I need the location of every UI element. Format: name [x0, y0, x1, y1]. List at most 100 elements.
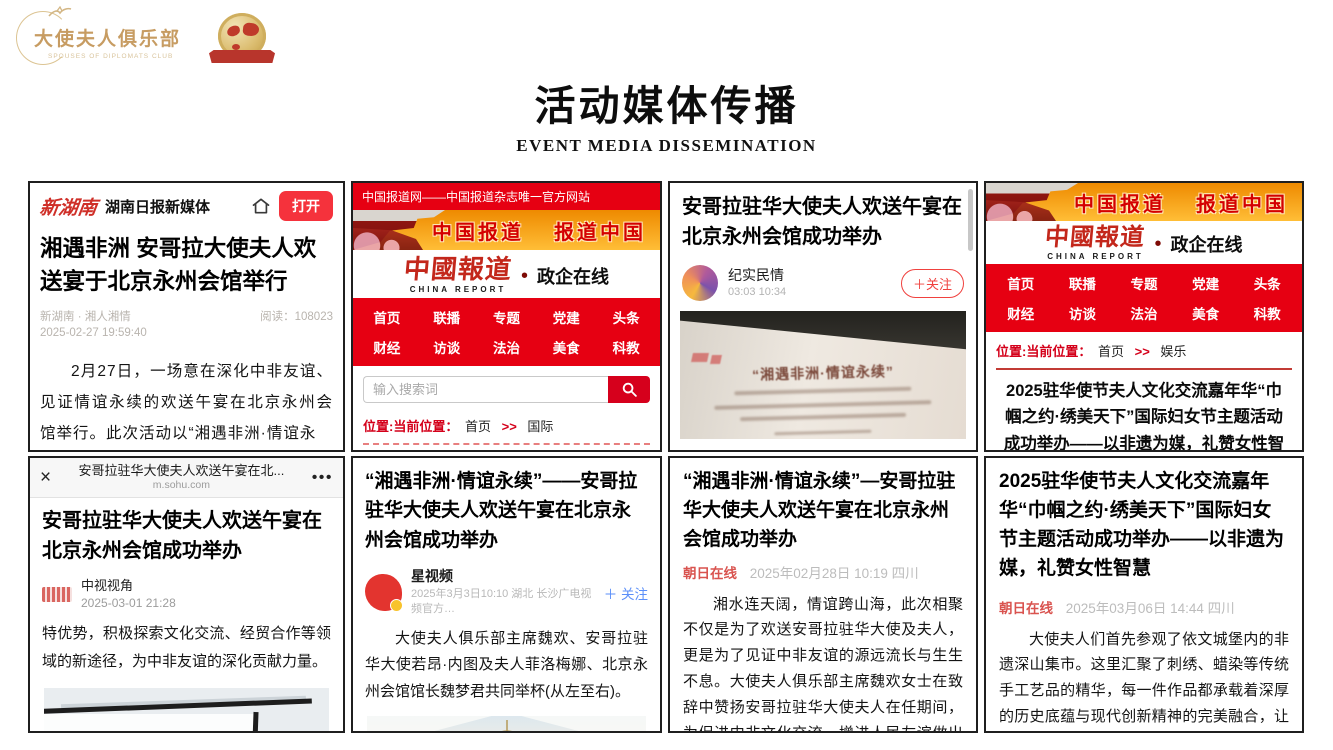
follow-button[interactable]: ＋ 关注 — [604, 583, 648, 603]
panel-jishiminqing: 安哥拉驻华大使夫人欢送午宴在北京永州会馆成功举办 纪实民情 03:03 10:3… — [668, 181, 978, 452]
article-title: “湘遇非洲·情谊永续”—安哥拉驻华大使夫人欢送午宴在北京永州会馆成功举办 — [683, 468, 963, 555]
banner-slogan-right: 报道中国 — [554, 216, 646, 245]
ribbon-banner — [209, 50, 275, 63]
article-title: 2025驻华使节夫人文化交流嘉年华“巾帼之约·绣美天下”国际妇女节主题活动成功举… — [999, 468, 1289, 584]
nav-item-finance[interactable]: 财经 — [357, 333, 417, 361]
chandelier-icon — [484, 720, 530, 733]
backdrop-caption: “湘遇非洲·情谊永续” — [680, 359, 966, 386]
panel-sohu: × 安哥拉驻华大使夫人欢送午宴在北... m.sohu.com ••• 安哥拉驻… — [28, 456, 345, 733]
xinhunan-header: 新湖南 湖南日报新媒体 打开 — [40, 191, 333, 221]
site-topbar: 中国报道网——中国报道杂志唯一官方网站 — [353, 183, 660, 210]
media-grid: 新湖南 湖南日报新媒体 打开 湘遇非洲 安哥拉大使夫人欢送宴于北京永州会馆举行 … — [28, 181, 1304, 733]
close-icon[interactable]: × — [40, 468, 51, 487]
source-name[interactable]: 朝日在线 — [999, 601, 1053, 616]
nav-item-home[interactable]: 首页 — [990, 269, 1052, 297]
home-icon[interactable] — [251, 196, 271, 216]
tiananmen-graphic — [353, 228, 423, 250]
chinareport-logo: 中國報道 CHINA REPORT — [1045, 226, 1145, 261]
nav-item-party[interactable]: 党建 — [536, 303, 596, 331]
article-title: 安哥拉驻华大使夫人欢送午宴在北京永州会馆成功举办 — [682, 192, 964, 252]
panel-xingshipin: “湘遇非洲·情谊永续”——安哥拉驻华大使夫人欢送午宴在北京永州会馆成功举办 星视… — [351, 456, 662, 733]
page-subtitle: EVENT MEDIA DISSEMINATION — [0, 136, 1333, 156]
breadcrumb-home[interactable]: 首页 — [1098, 344, 1124, 359]
source-logo — [42, 587, 72, 602]
breadcrumb: 位置:当前位置： 首页 >> 国际 — [353, 407, 660, 440]
source-name[interactable]: 星视频 — [411, 567, 595, 587]
panel-xinhunan: 新湖南 湖南日报新媒体 打开 湘遇非洲 安哥拉大使夫人欢送宴于北京永州会馆举行 … — [28, 181, 345, 452]
nav-item-science[interactable]: 科教 — [596, 333, 656, 361]
publish-date: 2025年3月3日10:10 湖北 长沙广电视频官方… — [411, 587, 595, 618]
logo-en: CHINA REPORT — [1045, 252, 1145, 261]
browser-page-title: 安哥拉驻华大使夫人欢送午宴在北... — [57, 463, 306, 479]
blurred-text-line — [734, 387, 911, 396]
avatar[interactable] — [682, 265, 718, 301]
search-button[interactable] — [608, 376, 650, 403]
nav-item-broadcast[interactable]: 联播 — [1052, 269, 1114, 297]
channel-label: 政企在线 — [537, 263, 609, 289]
logo-en: CHINA REPORT — [404, 285, 512, 294]
logo-cn: 中國報道 — [403, 257, 513, 283]
breadcrumb-home[interactable]: 首页 — [465, 419, 491, 434]
article-body: 大使夫人们首先参观了依文城堡内的非遗深山集市。这里汇聚了刺绣、蜡染等传统手工艺品… — [999, 627, 1289, 734]
article-title[interactable]: 湘遇非洲 安哥拉大使夫人欢送宴于北京永州会馆举行 — [40, 232, 333, 299]
nav-item-headlines[interactable]: 头条 — [596, 303, 656, 331]
read-count: 阅读：108023 — [260, 308, 333, 324]
tiananmen-graphic — [986, 200, 1056, 221]
site-banner: 中国报道 报道中国 — [986, 183, 1302, 221]
nav-item-food[interactable]: 美食 — [1175, 299, 1237, 327]
screen-edge — [253, 712, 259, 733]
publish-date: 2025年02月28日 10:19 四川 — [750, 566, 919, 581]
breadcrumb-current: 国际 — [527, 419, 553, 434]
nav-item-finance[interactable]: 财经 — [990, 299, 1052, 327]
nav-item-special[interactable]: 专题 — [1113, 269, 1175, 297]
search-icon — [621, 381, 638, 398]
search-input[interactable] — [363, 376, 608, 403]
nav-item-law[interactable]: 法治 — [477, 333, 537, 361]
blurred-text-line — [774, 430, 871, 436]
blurred-text-line — [714, 400, 931, 410]
site-nav: 首页 联播 专题 党建 头条 财经 访谈 法治 美食 科教 — [353, 298, 660, 366]
article-photo: “湘遇非洲·情谊永续” — [680, 311, 966, 439]
ceiling-graphic — [520, 716, 646, 733]
nav-item-interview[interactable]: 访谈 — [417, 333, 477, 361]
nav-item-party[interactable]: 党建 — [1175, 269, 1237, 297]
browser-url: m.sohu.com — [57, 479, 306, 492]
source-name[interactable]: 朝日在线 — [683, 566, 737, 581]
author-name[interactable]: 纪实民情 — [728, 266, 786, 285]
open-app-button[interactable]: 打开 — [279, 191, 333, 221]
avatar[interactable] — [365, 574, 402, 611]
banner-slogan-left: 中国报道 — [1074, 188, 1166, 217]
nav-item-food[interactable]: 美食 — [536, 333, 596, 361]
article-title: 安哥拉驻华大使夫人欢送午宴在北京永州会馆成功举办 — [42, 506, 331, 566]
ceiling-graphic — [367, 716, 493, 733]
nav-item-special[interactable]: 专题 — [477, 303, 537, 331]
panel-zhaori-carnival: 2025驻华使节夫人文化交流嘉年华“巾帼之约·绣美天下”国际妇女节主题活动成功举… — [984, 456, 1304, 733]
masthead-label: 湖南日报新媒体 — [105, 196, 243, 217]
nav-item-home[interactable]: 首页 — [357, 303, 417, 331]
club-logo: 大使夫人俱乐部 SPOUSES OF DIPLOMATS CLUB — [16, 8, 181, 68]
logo-cn: 中國報道 — [1044, 226, 1146, 250]
nav-item-headlines[interactable]: 头条 — [1236, 269, 1298, 297]
flag-graphic — [691, 353, 709, 362]
flag-graphic — [710, 355, 722, 364]
follow-button[interactable]: ＋关注 — [901, 269, 964, 298]
bird-icon — [47, 6, 73, 20]
site-logo-area: 中國報道 CHINA REPORT • 政企在线 — [353, 250, 660, 298]
nav-item-law[interactable]: 法治 — [1113, 299, 1175, 327]
more-icon[interactable]: ••• — [312, 469, 333, 487]
publish-date: 2025年03月06日 14:44 四川 — [1066, 601, 1235, 616]
chinareport-logo: 中國報道 CHINA REPORT — [404, 257, 512, 294]
author-row: 纪实民情 03:03 10:34 ＋关注 — [682, 265, 964, 301]
divider — [363, 443, 650, 445]
nav-item-interview[interactable]: 访谈 — [1052, 299, 1114, 327]
blurred-text-line — [740, 413, 906, 421]
publish-time: 03:03 10:34 — [728, 285, 786, 300]
photo-ceiling — [680, 311, 966, 355]
nav-item-broadcast[interactable]: 联播 — [417, 303, 477, 331]
source-name[interactable]: 中视视角 — [81, 577, 176, 595]
article-content: 安哥拉驻华大使夫人欢送午宴在北京永州会馆成功举办 中视视角 2025-03-01… — [30, 498, 343, 733]
scrollbar[interactable] — [968, 189, 973, 251]
article-photo — [44, 688, 329, 733]
article-date: 2025-02-27 19:59:40 — [40, 327, 333, 339]
nav-item-science[interactable]: 科教 — [1236, 299, 1298, 327]
